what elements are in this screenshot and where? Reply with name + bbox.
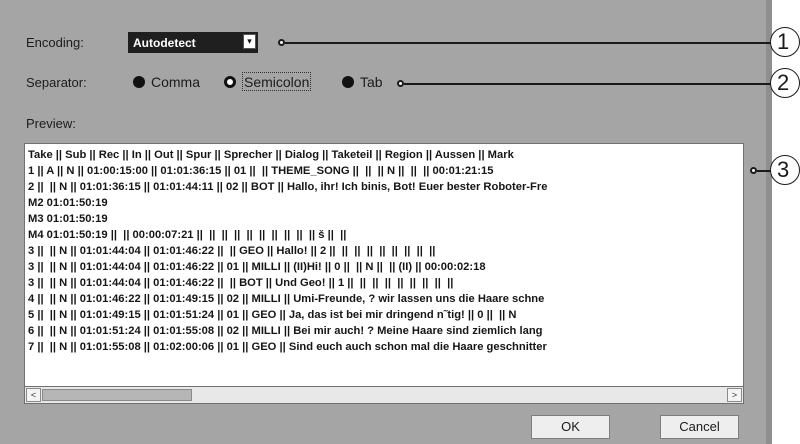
radio-tab-label: Tab bbox=[360, 74, 383, 90]
preview-line: Take || Sub || Rec || In || Out || Spur … bbox=[28, 149, 514, 161]
preview-line: 1 || A || N || 01:00:15:00 || 01:01:36:1… bbox=[28, 165, 494, 177]
preview-line: 3 || || N || 01:01:44:04 || 01:01:46:22 … bbox=[28, 261, 486, 273]
cancel-button[interactable]: Cancel bbox=[660, 415, 739, 439]
radio-comma-label: Comma bbox=[151, 74, 201, 90]
preview-text: Take || Sub || Rec || In || Out || Spur … bbox=[28, 147, 741, 355]
callout-number-3: 3 bbox=[770, 155, 800, 185]
preview-label: Preview: bbox=[26, 116, 76, 131]
preview-line: 2 || || N || 01:01:36:15 || 01:01:44:11 … bbox=[28, 181, 548, 193]
preview-line: 5 || || N || 01:01:49:15 || 01:01:51:24 … bbox=[28, 309, 517, 321]
callout-dot bbox=[278, 39, 285, 46]
ok-button[interactable]: OK bbox=[531, 415, 610, 439]
chevron-down-icon[interactable]: ▾ bbox=[243, 34, 256, 49]
preview-line: 4 || || N || 01:01:46:22 || 01:01:49:15 … bbox=[28, 293, 545, 305]
preview-line: 3 || || N || 01:01:44:04 || 01:01:46:22 … bbox=[28, 277, 454, 289]
import-dialog: Encoding: Autodetect ▾ Separator: Comma … bbox=[0, 0, 766, 444]
encoding-label: Encoding: bbox=[26, 35, 84, 50]
dialog-border bbox=[766, 0, 772, 444]
radio-dot-icon bbox=[342, 76, 354, 88]
callout-line bbox=[285, 42, 771, 44]
preview-line: 6 || || N || 01:01:51:24 || 01:01:55:08 … bbox=[28, 325, 543, 337]
encoding-select[interactable]: Autodetect ▾ bbox=[128, 32, 258, 53]
separator-label: Separator: bbox=[26, 75, 87, 90]
radio-dot-icon bbox=[133, 76, 145, 88]
callout-line bbox=[404, 83, 771, 85]
scroll-right-icon[interactable]: > bbox=[727, 388, 742, 402]
encoding-value: Autodetect bbox=[133, 36, 196, 50]
callout-line bbox=[757, 170, 771, 172]
callout-number-2: 2 bbox=[770, 68, 800, 98]
preview-line: M2 01:01:50:19 bbox=[28, 197, 108, 209]
callout-number-1: 1 bbox=[770, 27, 800, 57]
radio-selected-icon bbox=[224, 76, 236, 88]
scrollbar-thumb[interactable] bbox=[42, 389, 192, 401]
callout-dot bbox=[750, 167, 757, 174]
preview-line: 3 || || N || 01:01:44:04 || 01:01:46:22 … bbox=[28, 245, 436, 257]
horizontal-scrollbar[interactable]: < > bbox=[24, 387, 744, 404]
preview-line: 7 || || N || 01:01:55:08 || 01:02:00:06 … bbox=[28, 341, 547, 353]
callout-dot bbox=[397, 80, 404, 87]
preview-line: M3 01:01:50:19 bbox=[28, 213, 108, 225]
radio-semicolon-label: Semicolon bbox=[242, 72, 312, 91]
scroll-left-icon[interactable]: < bbox=[26, 388, 41, 402]
preview-line: M4 01:01:50:19 || || 00:00:07:21 || || |… bbox=[28, 229, 347, 241]
preview-pane[interactable]: Take || Sub || Rec || In || Out || Spur … bbox=[24, 143, 744, 387]
